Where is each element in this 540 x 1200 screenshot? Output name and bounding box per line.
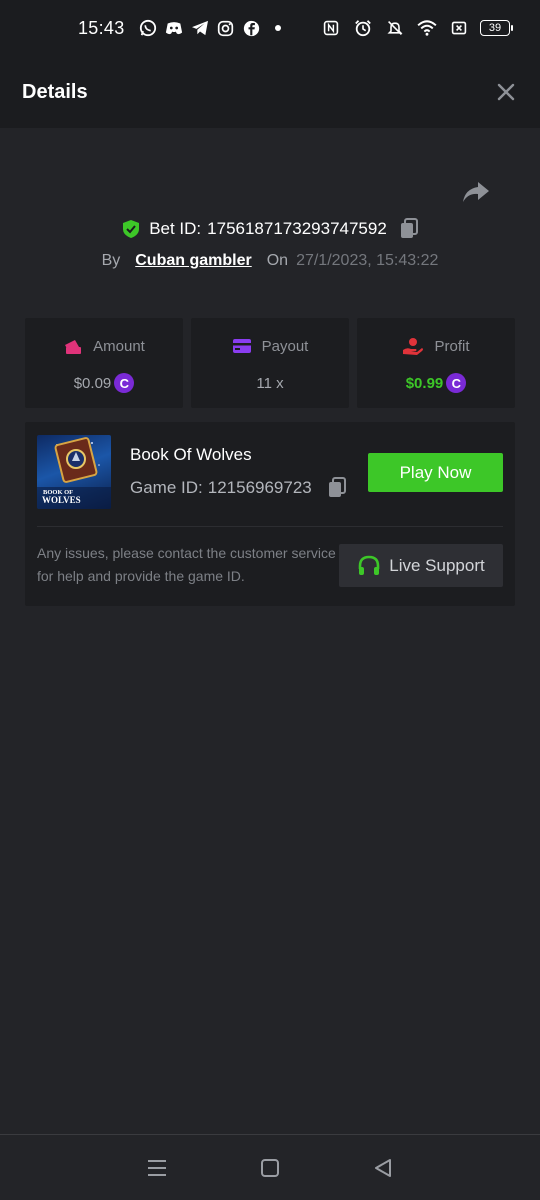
- share-icon: [463, 182, 489, 202]
- home-button[interactable]: [250, 1153, 290, 1183]
- game-id-row: Game ID: 12156969723: [130, 477, 347, 499]
- thumb-title-bottom: WOLVES: [42, 495, 81, 505]
- amount-icon: [65, 340, 82, 354]
- bet-id-row: Bet ID: 1756187173293747592: [0, 216, 540, 242]
- home-square-icon: [260, 1158, 279, 1177]
- live-support-button[interactable]: Live Support: [339, 544, 503, 587]
- user-link[interactable]: Cuban gambler: [135, 252, 251, 270]
- headset-icon: [358, 555, 380, 575]
- game-id-value: 12156969723: [207, 478, 312, 497]
- game-thumbnail[interactable]: BOOK OF WOLVES: [37, 435, 111, 509]
- verified-shield-icon: [123, 220, 140, 238]
- bet-stats: Amount $0.09 C Payout 11 x Profit $0.99 …: [25, 318, 515, 408]
- bet-id-value: 1756187173293747592: [207, 219, 387, 238]
- card-icon: [232, 339, 251, 353]
- profit-value: $0.99: [405, 374, 444, 392]
- close-button[interactable]: [494, 80, 518, 104]
- help-text: Any issues, please contact the customer …: [37, 545, 336, 584]
- close-box-icon: [448, 17, 470, 39]
- game-card: BOOK OF WOLVES Book Of Wolves Game ID: 1…: [25, 422, 515, 606]
- system-nav-bar: [0, 1134, 540, 1200]
- amount-card: Amount $0.09 C: [25, 318, 183, 408]
- battery-icon: 39: [480, 20, 513, 36]
- game-name[interactable]: Book Of Wolves: [130, 445, 252, 465]
- bet-id-label: Bet ID:: [149, 219, 202, 238]
- profit-card: Profit $0.99 C: [357, 318, 515, 408]
- amount-value: $0.09: [73, 374, 112, 392]
- divider: [37, 526, 503, 527]
- nfc-icon: [320, 17, 342, 39]
- by-label: By: [101, 252, 121, 269]
- discord-icon: [163, 17, 185, 39]
- coin-icon: C: [446, 373, 467, 393]
- play-now-button[interactable]: Play Now: [368, 453, 503, 492]
- share-button[interactable]: [462, 180, 490, 204]
- close-icon: [497, 83, 515, 101]
- game-id-label: Game ID:: [130, 478, 203, 497]
- back-button[interactable]: [363, 1153, 403, 1183]
- wifi-icon: [416, 17, 438, 39]
- payout-label: Payout: [261, 337, 309, 355]
- bell-off-icon: [384, 17, 406, 39]
- back-triangle-icon: [375, 1158, 392, 1177]
- amount-label: Amount: [93, 337, 145, 355]
- page-title: Details: [22, 80, 88, 103]
- profit-label: Profit: [434, 337, 470, 355]
- facebook-icon: [241, 17, 263, 39]
- status-bar: 15:43 39: [0, 0, 540, 56]
- payout-card: Payout 11 x: [191, 318, 349, 408]
- instagram-icon: [215, 17, 237, 39]
- coin-icon: C: [114, 373, 135, 393]
- profit-icon: [403, 338, 424, 355]
- payout-value: 11 x: [256, 374, 284, 392]
- telegram-icon: [189, 17, 211, 39]
- whatsapp-icon: [137, 17, 159, 39]
- alarm-icon: [352, 17, 374, 39]
- menu-icon: [147, 1159, 166, 1176]
- copy-icon[interactable]: [399, 218, 419, 240]
- on-label: On: [266, 252, 289, 269]
- recent-apps-button[interactable]: [137, 1153, 177, 1183]
- bet-datetime: 27/1/2023, 15:43:22: [296, 252, 439, 269]
- copy-icon[interactable]: [327, 477, 347, 499]
- dot-icon: [267, 17, 289, 39]
- details-header: Details: [0, 56, 540, 128]
- live-support-label: Live Support: [389, 555, 485, 575]
- bet-meta-row: By Cuban gambler On 27/1/2023, 15:43:22: [0, 249, 540, 273]
- status-time: 15:43: [78, 17, 125, 38]
